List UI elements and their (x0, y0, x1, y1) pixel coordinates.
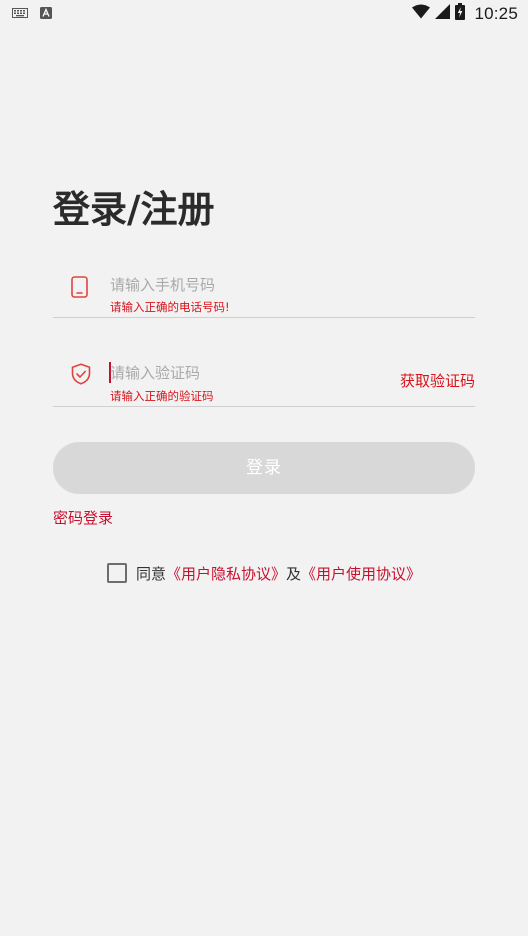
phone-input[interactable] (110, 273, 370, 297)
terms-of-use-link[interactable]: 《用户使用协议》 (301, 563, 421, 584)
battery-icon (455, 3, 466, 24)
signal-icon (435, 4, 451, 23)
page-title: 登录/注册 (53, 188, 215, 231)
status-bar-right: 10:25 (412, 3, 518, 24)
status-bar: 10:25 (0, 0, 528, 28)
password-login-link[interactable]: 密码登录 (53, 508, 113, 528)
agreement-conjunction: 及 (286, 564, 302, 583)
verification-code-input[interactable] (110, 361, 370, 385)
shield-check-icon (71, 363, 91, 385)
login-button[interactable]: 登录 (53, 442, 475, 494)
code-field: 获取验证码 请输入正确的验证码 (53, 353, 475, 407)
agreement-row: 同意 《用户隐私协议》 及 《用户使用协议》 (107, 562, 421, 584)
code-error-text: 请输入正确的验证码 (110, 389, 214, 403)
agreement-prefix: 同意 (136, 564, 167, 583)
privacy-policy-link[interactable]: 《用户隐私协议》 (166, 563, 286, 584)
phone-icon (71, 276, 88, 298)
agreement-checkbox[interactable] (107, 563, 127, 583)
get-code-button[interactable]: 获取验证码 (400, 370, 475, 391)
keyboard-icon (12, 8, 28, 18)
status-bar-left (12, 7, 52, 19)
phone-field: 请输入正确的电话号码! (53, 264, 475, 318)
status-time: 10:25 (474, 3, 518, 23)
a-badge-icon (40, 7, 52, 19)
phone-error-text: 请输入正确的电话号码! (110, 300, 230, 314)
wifi-icon (412, 4, 431, 23)
